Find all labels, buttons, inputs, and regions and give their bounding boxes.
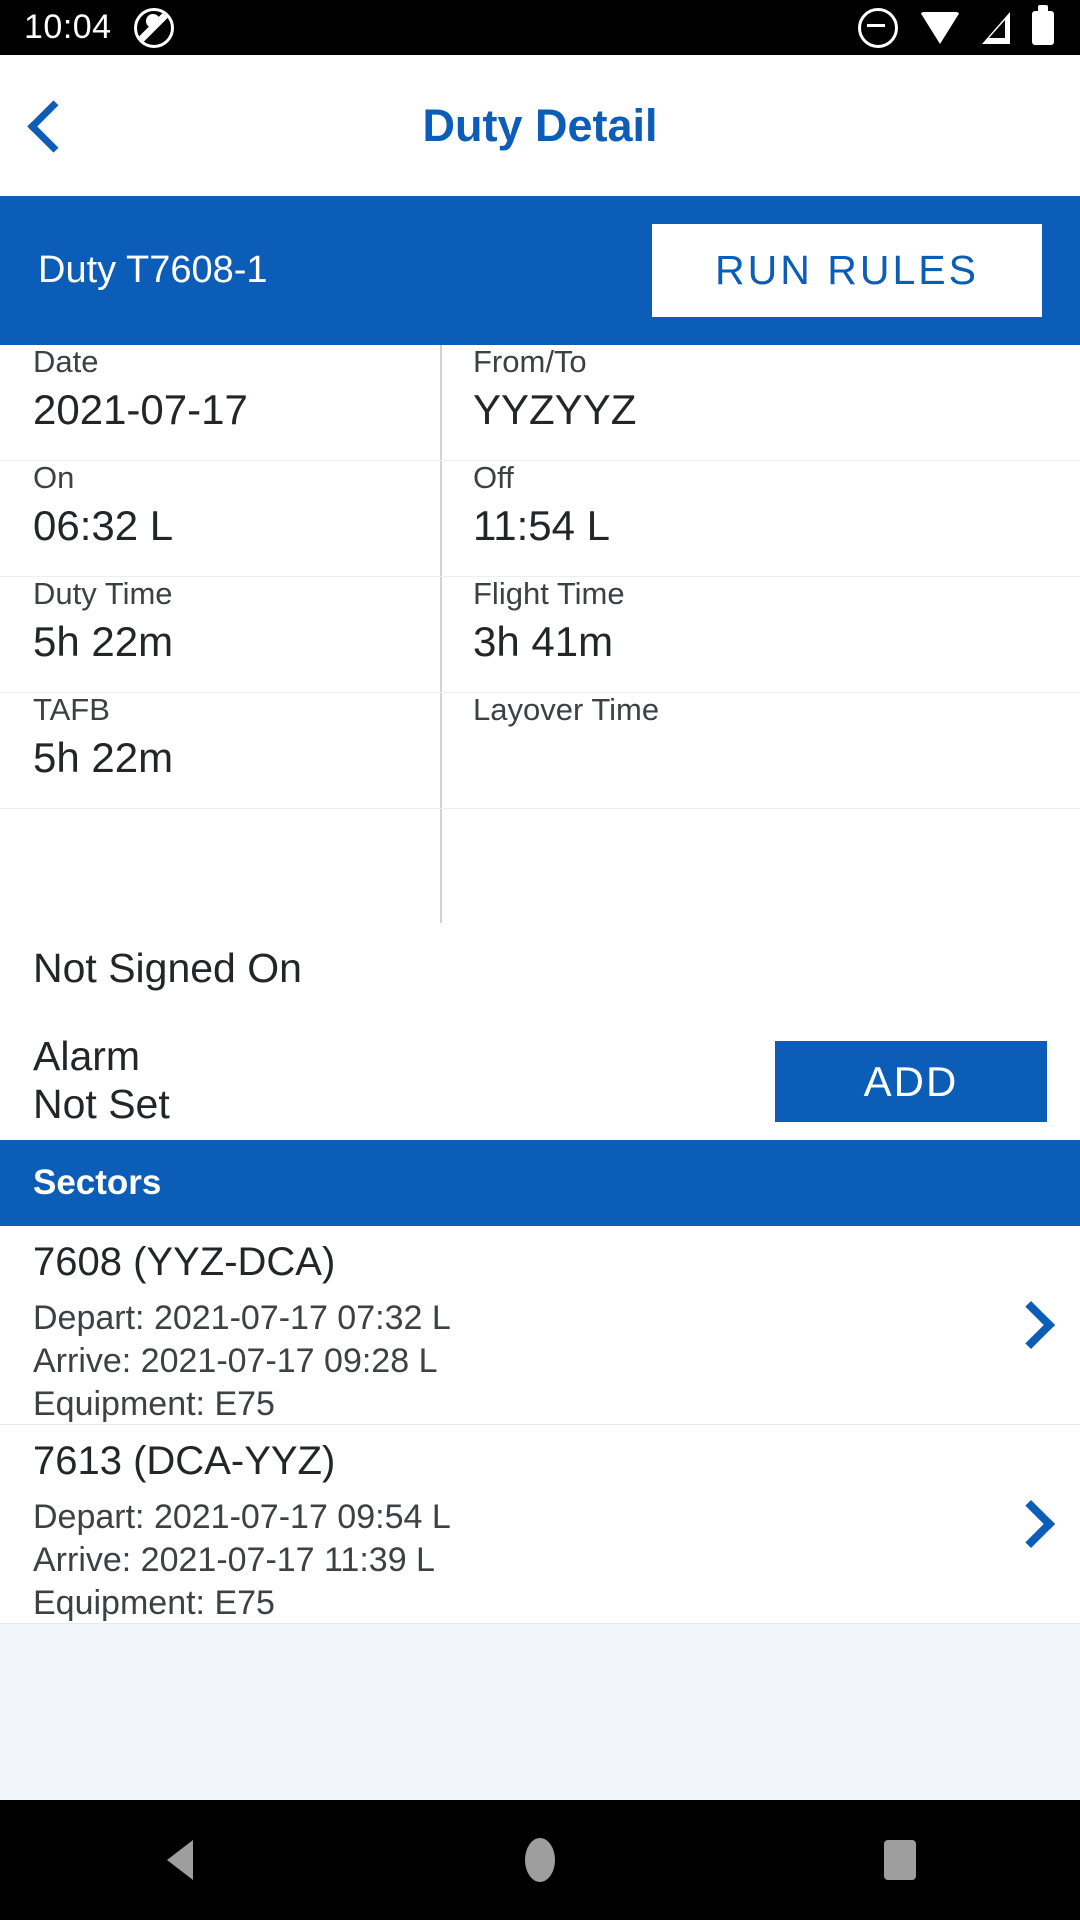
detail-cell-layover-time: Layover Time (473, 693, 659, 735)
wifi-icon (920, 11, 960, 44)
detail-cell-flight-time: Flight Time 3h 41m (473, 577, 625, 665)
detail-label-flight-time: Flight Time (473, 576, 625, 611)
chevron-right-icon (1006, 1499, 1056, 1549)
detail-row-on-off: On 06:32 L Off 11:54 L (0, 461, 1080, 577)
detail-cell-date: Date 2021-07-17 (33, 345, 248, 433)
sector-depart-label: Depart: 2021-07-17 07:32 L (33, 1299, 451, 1337)
triangle-back-icon (167, 1840, 193, 1880)
detail-label-off: Off (473, 460, 514, 495)
sectors-section-header: Sectors (0, 1140, 1080, 1226)
sector-equipment-label: Equipment: E75 (33, 1584, 275, 1622)
status-bar-clock: 10:04 (24, 8, 112, 46)
phone-screen: 10:04 Duty Detail Duty T7608-1 RUN RULES… (0, 0, 1080, 1920)
detail-cell-from-to: From/To YYZYYZ (473, 345, 636, 433)
detail-cell-off: Off 11:54 L (473, 461, 610, 549)
detail-value-off: 11:54 L (473, 502, 611, 549)
run-rules-button[interactable]: RUN RULES (652, 224, 1042, 317)
sign-on-row: Not Signed On (0, 923, 1080, 1023)
sign-on-status: Not Signed On (33, 945, 302, 991)
alarm-status-value: Not Set (33, 1081, 170, 1127)
chevron-right-icon (1006, 1300, 1056, 1350)
sector-arrive-label: Arrive: 2021-07-17 09:28 L (33, 1342, 438, 1380)
status-bar: 10:04 (0, 0, 1080, 55)
sector-flight-label: 7613 (DCA-YYZ) (33, 1439, 336, 1483)
cellular-signal-icon (982, 11, 1010, 44)
duty-id-label: Duty T7608-1 (38, 249, 268, 291)
android-navigation-bar (0, 1800, 1080, 1920)
nav-home-button[interactable] (480, 1800, 600, 1920)
detail-row-times: Duty Time 5h 22m Flight Time 3h 41m (0, 577, 1080, 693)
sectors-list: 7608 (YYZ-DCA) Depart: 2021-07-17 07:32 … (0, 1226, 1080, 1624)
sector-open-button[interactable] (1006, 1425, 1056, 1623)
detail-label-layover-time: Layover Time (473, 692, 660, 727)
empty-scroll-area (0, 1693, 1080, 1800)
detail-row-tafb: TAFB 5h 22m Layover Time (0, 693, 1080, 809)
status-bar-left-icons (133, 7, 174, 48)
detail-value-duty-time: 5h 22m (33, 618, 174, 665)
do-not-disturb-icon (858, 7, 898, 48)
alarm-row: Alarm Not Set ADD (0, 1023, 1080, 1140)
add-alarm-button[interactable]: ADD (775, 1041, 1047, 1122)
battery-icon (1032, 4, 1054, 45)
detail-cell-tafb: TAFB 5h 22m (33, 693, 173, 781)
app-bar: Duty Detail (0, 55, 1080, 196)
detail-cell-on: On 06:32 L (33, 461, 173, 549)
detail-value-tafb: 5h 22m (33, 734, 174, 781)
detail-label-duty-time: Duty Time (33, 576, 173, 611)
detail-label-date: Date (33, 344, 99, 379)
detail-value-date: 2021-07-17 (33, 386, 248, 433)
circle-home-icon (525, 1838, 555, 1882)
detail-row-date: Date 2021-07-17 From/To YYZYYZ (0, 345, 1080, 461)
sectors-title: Sectors (33, 1163, 162, 1202)
sector-list-item[interactable]: 7608 (YYZ-DCA) Depart: 2021-07-17 07:32 … (0, 1226, 1080, 1425)
detail-value-from-to: YYZYYZ (473, 386, 637, 433)
sector-depart-label: Depart: 2021-07-17 09:54 L (33, 1498, 451, 1536)
notification-slash-icon (133, 7, 174, 48)
nav-recents-button[interactable] (840, 1800, 960, 1920)
detail-value-flight-time: 3h 41m (473, 618, 614, 665)
square-recents-icon (884, 1840, 916, 1880)
detail-value-on: 06:32 L (33, 502, 174, 549)
sector-arrive-label: Arrive: 2021-07-17 11:39 L (33, 1541, 435, 1579)
chevron-left-icon (26, 99, 80, 153)
detail-label-on: On (33, 460, 75, 495)
sector-list-item[interactable]: 7613 (DCA-YYZ) Depart: 2021-07-17 09:54 … (0, 1425, 1080, 1624)
sector-equipment-label: Equipment: E75 (33, 1385, 275, 1423)
page-title: Duty Detail (422, 99, 658, 151)
back-button[interactable] (14, 87, 92, 165)
detail-cell-duty-time: Duty Time 5h 22m (33, 577, 173, 665)
grid-divider-4 (0, 808, 1080, 809)
detail-label-tafb: TAFB (33, 692, 110, 727)
sector-flight-label: 7608 (YYZ-DCA) (33, 1240, 336, 1284)
duty-details-grid: Date 2021-07-17 From/To YYZYYZ On 06:32 … (0, 345, 1080, 923)
sector-open-button[interactable] (1006, 1226, 1056, 1424)
duty-header-bar: Duty T7608-1 RUN RULES (0, 196, 1080, 345)
status-bar-right-icons (858, 4, 1054, 48)
alarm-label: Alarm (33, 1033, 141, 1079)
detail-label-from-to: From/To (473, 344, 587, 379)
nav-back-button[interactable] (120, 1800, 240, 1920)
